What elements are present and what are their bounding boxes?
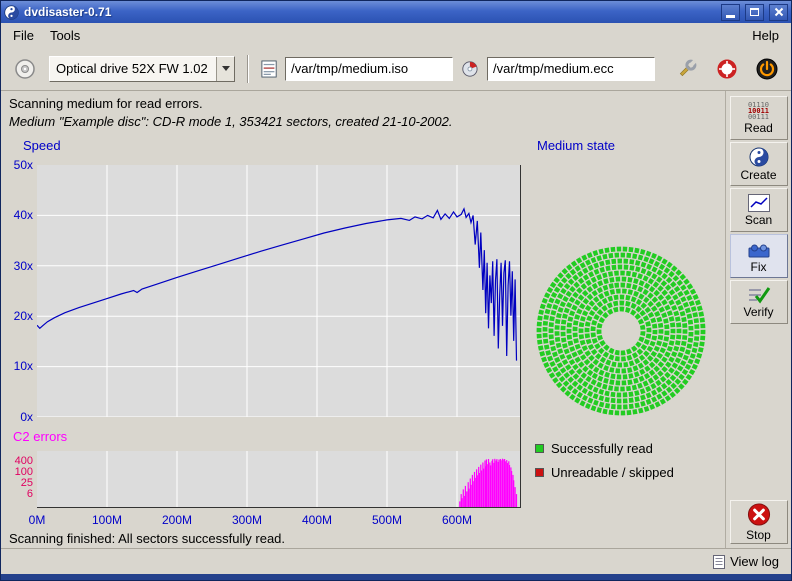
menubar: File Tools Help	[1, 23, 791, 47]
lifebuoy-icon	[716, 58, 738, 80]
xtick: 100M	[87, 513, 127, 527]
legend-unreadable: Unreadable / skipped	[535, 465, 674, 480]
maximize-button[interactable]	[745, 4, 764, 21]
close-icon	[774, 7, 784, 17]
verify-button[interactable]: Verify	[730, 280, 788, 324]
xtick: 600M	[437, 513, 477, 527]
c2-plot	[37, 451, 520, 507]
scan-result-text: Scanning finished: All sectors successfu…	[9, 531, 285, 546]
speed-ytick: 30x	[1, 259, 33, 273]
wrench-icon	[676, 58, 698, 80]
stop-x-icon	[746, 502, 772, 527]
quit-button[interactable]	[751, 52, 783, 86]
drive-select[interactable]: Optical drive 52X FW 1.02	[49, 56, 235, 82]
xtick: 500M	[367, 513, 407, 527]
view-log-button[interactable]: View log	[709, 552, 783, 571]
menu-tools[interactable]: Tools	[42, 25, 88, 46]
maximize-icon	[750, 8, 759, 16]
ecc-path-input[interactable]	[487, 57, 655, 81]
app-window: dvdisaster-0.71 File Tools Help Optical …	[0, 0, 792, 581]
window-title: dvdisaster-0.71	[24, 5, 716, 19]
xtick: 300M	[227, 513, 267, 527]
drive-select-value: Optical drive 52X FW 1.02	[50, 57, 216, 81]
iso-image-icon	[261, 59, 277, 79]
speed-ytick: 20x	[1, 309, 33, 323]
about-button[interactable]	[711, 52, 743, 86]
view-log-label: View log	[730, 554, 779, 569]
read-button[interactable]: 01110 10011 00111 Read	[730, 96, 788, 140]
log-document-icon	[713, 555, 725, 569]
speed-curve	[37, 165, 520, 417]
create-button[interactable]: Create	[730, 142, 788, 186]
legend-success: Successfully read	[535, 441, 653, 456]
status-line-2: Medium "Example disc": CD-R mode 1, 3534…	[9, 114, 453, 129]
c2-errors-title: C2 errors	[13, 429, 67, 444]
fix-button[interactable]: Fix	[730, 234, 788, 278]
medium-state-title: Medium state	[537, 138, 615, 153]
binary-read-icon: 01110 10011 00111	[748, 102, 769, 120]
toolbar-separator	[247, 55, 249, 83]
speed-ytick: 0x	[1, 410, 33, 424]
scan-button[interactable]: Scan	[730, 188, 788, 232]
plot-right-axis	[520, 165, 521, 507]
toolbar: Optical drive 52X FW 1.02	[1, 47, 791, 91]
medium-state-disc	[535, 245, 707, 417]
minimize-button[interactable]	[721, 4, 740, 21]
power-icon	[755, 57, 779, 81]
stop-label: Stop	[746, 528, 771, 542]
verify-check-icon	[747, 286, 771, 304]
xtick: 0M	[17, 513, 57, 527]
xtick: 400M	[297, 513, 337, 527]
speed-chart-title: Speed	[23, 138, 61, 153]
legend-success-swatch	[535, 444, 544, 453]
legend-unreadable-swatch	[535, 468, 544, 477]
stop-button[interactable]: Stop	[730, 500, 788, 544]
legend-unreadable-label: Unreadable / skipped	[551, 465, 674, 480]
chevron-down-icon	[222, 66, 230, 71]
create-label: Create	[740, 168, 776, 182]
speed-ytick: 50x	[1, 158, 33, 172]
scan-label: Scan	[745, 213, 772, 227]
minimize-icon	[726, 15, 735, 18]
disc-icon	[13, 57, 37, 81]
scan-chart-icon	[748, 194, 770, 212]
yinyang-icon	[749, 147, 769, 167]
ecc-file-icon	[461, 59, 479, 79]
verify-label: Verify	[743, 305, 773, 319]
disc-sectors-graphic	[535, 245, 707, 417]
c2-spikes	[37, 451, 520, 507]
speed-ytick: 10x	[1, 359, 33, 373]
read-label: Read	[744, 121, 773, 135]
app-yinyang-icon	[4, 5, 19, 20]
legend-success-label: Successfully read	[551, 441, 653, 456]
status-line-1: Scanning medium for read errors.	[9, 96, 203, 111]
puzzle-icon	[747, 239, 771, 259]
statusbar: View log	[1, 548, 791, 574]
speed-plot	[37, 165, 520, 417]
menu-help[interactable]: Help	[744, 25, 787, 46]
titlebar[interactable]: dvdisaster-0.71	[1, 1, 791, 23]
preferences-button[interactable]	[671, 52, 703, 86]
main-area: Scanning medium for read errors. Medium …	[1, 91, 725, 548]
fix-label: Fix	[751, 260, 767, 274]
menu-file[interactable]: File	[5, 25, 42, 46]
xtick: 200M	[157, 513, 197, 527]
drive-select-arrow[interactable]	[216, 57, 234, 81]
close-button[interactable]	[769, 4, 788, 21]
drive-button[interactable]	[9, 52, 41, 86]
window-frame-bottom	[1, 574, 791, 580]
iso-path-input[interactable]	[285, 57, 453, 81]
c2-ytick: 6	[1, 488, 33, 500]
plot-bottom-axis	[37, 507, 521, 508]
speed-ytick: 40x	[1, 208, 33, 222]
action-sidebar: 01110 10011 00111 Read Create	[725, 91, 791, 548]
content: Scanning medium for read errors. Medium …	[1, 91, 791, 548]
